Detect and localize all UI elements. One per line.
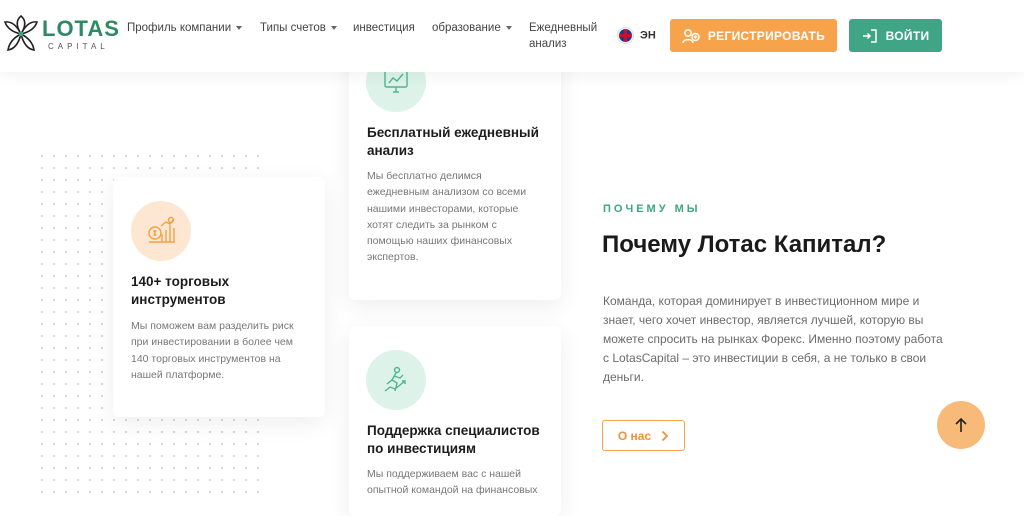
feature-description-line: нашей платформе. xyxy=(131,368,225,381)
feature-description-line: хотят следить за рынком с xyxy=(367,218,497,231)
feature-description-line: нашими инвесторами, которые xyxy=(367,202,519,215)
feature-title-line2: анализ xyxy=(367,143,414,158)
feature-title-line1: 140+ торговых xyxy=(131,274,230,289)
lotus-logo-icon xyxy=(3,14,39,51)
feature-description: Мы поддерживаем вас с нашей опытной кома… xyxy=(367,466,538,499)
feature-description-line: помощью наших финансовых xyxy=(367,235,513,248)
caret-down-icon xyxy=(505,25,512,30)
caret-down-icon xyxy=(330,25,337,30)
language-label: ЭН xyxy=(640,29,656,42)
feature-title-line1: Бесплатный ежедневный xyxy=(367,125,539,140)
uk-flag-icon xyxy=(618,28,633,43)
about-us-button-label: О нас xyxy=(617,428,652,443)
feature-description-line: Мы поможем вам разделить риск xyxy=(131,320,294,332)
about-us-button[interactable]: О нас xyxy=(602,420,685,451)
nav-item-label: образование xyxy=(432,22,501,34)
nav-item-label: инвестиция xyxy=(353,22,415,34)
feature-title: Поддержка специалистов по инвестициям xyxy=(367,422,540,458)
section-headline: Почему Лотас Капитал? xyxy=(602,231,887,258)
login-button-label: ВОЙТИ xyxy=(885,28,930,43)
register-user-icon xyxy=(682,28,700,43)
feature-description-line: ежедневным анализом со всеми xyxy=(367,186,527,199)
analysis-chart-icon xyxy=(384,70,408,93)
feature-title-line1: Поддержка специалистов xyxy=(367,423,540,438)
login-icon xyxy=(862,28,877,43)
nav-item-account-types[interactable]: Типы счетов xyxy=(260,20,337,36)
register-button-label: РЕГИСТРИРОВАТЬ xyxy=(707,28,826,43)
nav-item-label: Типы счетов xyxy=(260,22,326,34)
feature-title-line2: по инвестициям xyxy=(367,441,476,456)
chevron-right-icon xyxy=(661,430,669,441)
feature-description-line: Мы поддерживаем вас с нашей xyxy=(367,468,522,480)
logo-subtitle: CAPITAL xyxy=(48,42,109,51)
feature-icon-wrap xyxy=(366,350,426,410)
logo[interactable]: LOTAS CAPITAL xyxy=(2,12,119,60)
register-button[interactable]: РЕГИСТРИРОВАТЬ xyxy=(670,19,837,52)
nav-item-label: Профиль компании xyxy=(127,22,232,34)
feature-description-line: Мы бесплатно делимся xyxy=(367,170,482,182)
feature-description-line: экспертов. xyxy=(367,251,419,264)
caret-down-icon xyxy=(236,25,243,30)
feature-description-line: опытной командой на финансовых xyxy=(367,484,538,497)
feature-card-daily-analysis: Бесплатный ежедневный анализ Мы бесплатн… xyxy=(349,40,561,300)
feature-card-trading-instruments: 140+ торговых инструментов Мы поможем ва… xyxy=(113,177,325,417)
scroll-to-top-button[interactable] xyxy=(937,401,985,449)
feature-description-line: 140 торговых инструментов на xyxy=(131,352,281,365)
specialist-support-icon xyxy=(384,366,406,392)
feature-card-specialist-support: Поддержка специалистов по инвестициям Мы… xyxy=(349,326,561,516)
trading-instruments-icon xyxy=(148,216,175,243)
nav-item-daily-analysis[interactable]: Ежедневный анализ xyxy=(529,20,597,52)
nav-item-company-profile[interactable]: Профиль компании xyxy=(127,20,243,36)
nav-item-education[interactable]: образование xyxy=(432,20,512,36)
language-selector[interactable]: ЭН xyxy=(618,28,656,43)
nav-item-label-line2: анализ xyxy=(529,38,567,50)
section-eyebrow: ПОЧЕМУ МЫ xyxy=(603,203,701,215)
feature-description-line: при инвестировании в более чем xyxy=(131,336,293,349)
feature-title-line2: инструментов xyxy=(131,292,226,307)
feature-icon-wrap xyxy=(131,201,191,261)
feature-description: Мы бесплатно делимся ежедневным анализом… xyxy=(367,168,526,266)
login-button[interactable]: ВОЙТИ xyxy=(849,19,942,52)
feature-title: 140+ торговых инструментов xyxy=(131,273,229,309)
nav-item-investment[interactable]: инвестиция xyxy=(353,20,415,36)
site-header: LOTAS CAPITAL Профиль компании Типы счет… xyxy=(0,0,1024,72)
logo-name: LOTAS xyxy=(42,16,120,41)
nav-item-label-line1: Ежедневный xyxy=(529,22,598,34)
section-paragraph: Команда, которая доминирует в инвестицио… xyxy=(603,294,943,384)
feature-title: Бесплатный ежедневный анализ xyxy=(367,124,539,160)
feature-description: Мы поможем вам разделить риск при инвест… xyxy=(131,318,294,383)
arrow-up-icon xyxy=(955,417,967,432)
